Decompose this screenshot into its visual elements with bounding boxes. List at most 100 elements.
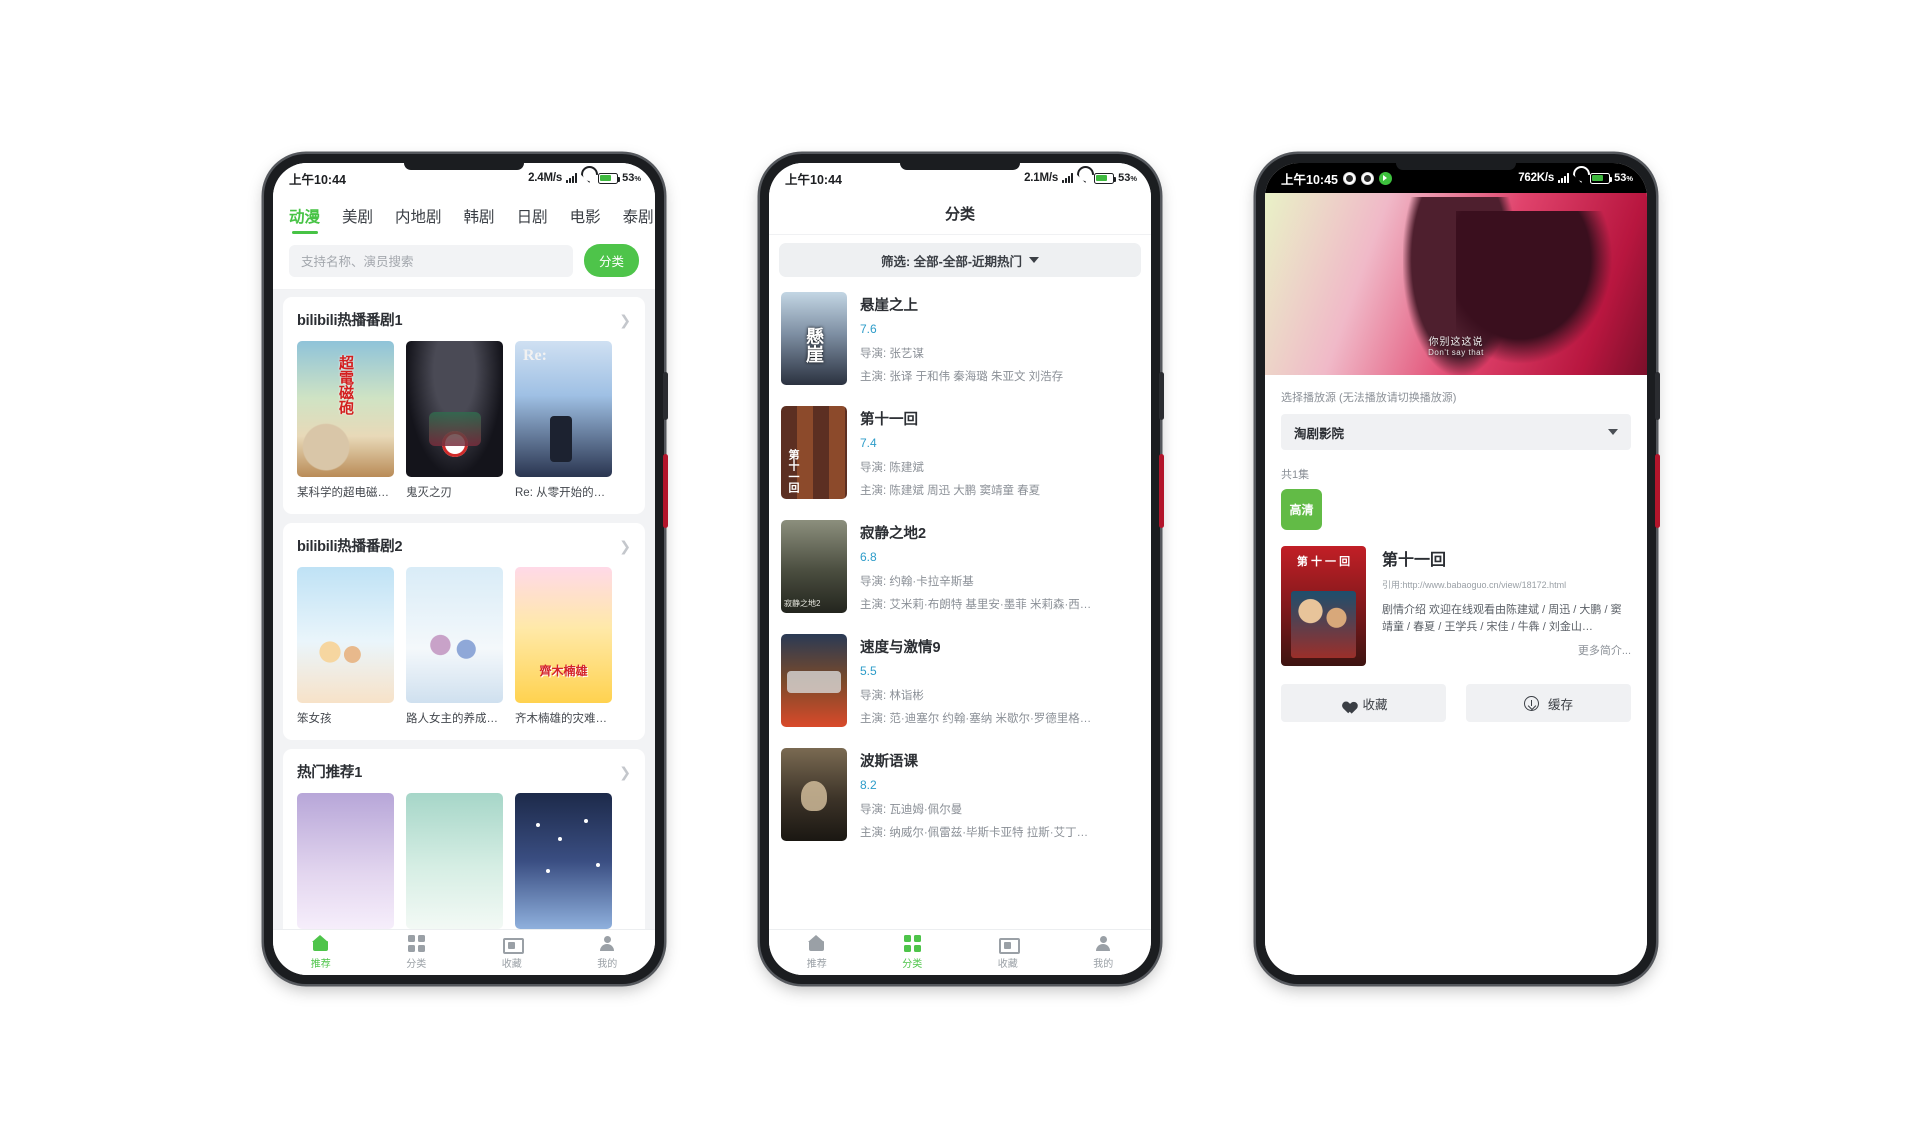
poster-card[interactable] — [515, 793, 612, 929]
nav-mine[interactable]: 我的 — [1056, 935, 1152, 970]
tab-dongman[interactable]: 动漫 — [289, 199, 320, 236]
battery-percent: 53% — [1118, 172, 1137, 184]
nav-favorites[interactable]: 收藏 — [464, 935, 560, 970]
favorite-button[interactable]: 收藏 — [1281, 684, 1446, 722]
tab-neidiju[interactable]: 内地剧 — [395, 199, 442, 236]
poster-image — [515, 567, 612, 703]
filter-wrapper: 筛选: 全部-全部-近期热门 — [769, 235, 1151, 285]
poster-image — [406, 341, 503, 477]
wifi-icon — [581, 173, 594, 183]
section-title: bilibili热播番剧2 — [297, 539, 403, 555]
recommendation-feed[interactable]: bilibili热播番剧1 ❯ 某科学的超电磁… 鬼灭之刃 — [273, 290, 655, 929]
qq-notification-icon — [1342, 171, 1356, 185]
movie-list[interactable]: 悬崖之上 7.6 导演: 张艺谋 主演: 张译 于和伟 秦海璐 朱亚文 刘浩存 … — [769, 285, 1151, 929]
section-header[interactable]: 热门推荐1 ❯ — [297, 761, 631, 782]
category-button[interactable]: 分类 — [583, 244, 639, 277]
poster-card[interactable]: 鬼灭之刃 — [406, 341, 503, 500]
poster-image — [297, 567, 394, 703]
poster-image — [406, 793, 503, 929]
show-summary: 第十一回 引用:http://www.babaoguo.cn/view/1817… — [1281, 546, 1631, 666]
list-item[interactable]: 悬崖之上 7.6 导演: 张艺谋 主演: 张译 于和伟 秦海璐 朱亚文 刘浩存 — [779, 285, 1141, 399]
poster-title: 笨女孩 — [297, 713, 332, 725]
cache-label: 缓存 — [1547, 697, 1573, 712]
nav-favorites[interactable]: 收藏 — [960, 935, 1056, 970]
three-phone-mockup: 上午10:44 2.4M/s 53% 动漫 美剧 内地剧 韩剧 日剧 电影 泰剧 — [0, 0, 1920, 1138]
poster-card[interactable] — [297, 793, 394, 929]
wifi-icon — [1077, 173, 1090, 183]
signal-icon — [1558, 173, 1570, 183]
source-select[interactable]: 淘剧影院 — [1281, 414, 1631, 450]
list-item[interactable]: 寂静之地2 6.8 导演: 约翰·卡拉辛斯基 主演: 艾米莉·布朗特 基里安·墨… — [779, 513, 1141, 627]
nav-category[interactable]: 分类 — [369, 935, 465, 970]
show-poster[interactable] — [1281, 546, 1366, 666]
bottom-nav-2: 推荐 分类 收藏 我的 — [769, 929, 1151, 975]
movie-title: 波斯语课 — [860, 754, 918, 770]
nav-mine[interactable]: 我的 — [560, 935, 656, 970]
poster-card[interactable]: 齐木楠雄的灾难… — [515, 567, 612, 726]
more-description-link[interactable]: 更多简介... — [1382, 642, 1631, 658]
home-icon — [808, 935, 825, 952]
poster-card[interactable]: 某科学的超电磁… — [297, 341, 394, 500]
nav-label: 收藏 — [997, 959, 1018, 970]
volume-button-2[interactable] — [1159, 372, 1164, 420]
show-description: 剧情介绍 欢迎在线观看由陈建斌 / 周迅 / 大鹏 / 窦靖童 / 春夏 / 王… — [1382, 604, 1622, 634]
episode-button-hd[interactable]: 高清 — [1281, 489, 1322, 530]
notch-1 — [404, 163, 524, 170]
section-header[interactable]: bilibili热播番剧2 ❯ — [297, 535, 631, 556]
home-icon — [312, 935, 329, 952]
movie-title: 悬崖之上 — [860, 298, 918, 314]
chevron-down-icon — [1028, 257, 1039, 263]
poster-title: 齐木楠雄的灾难… — [515, 713, 607, 725]
tab-taiju[interactable]: 泰剧 — [623, 199, 654, 236]
status-time: 上午10:44 — [785, 172, 842, 187]
movie-director: 导演: 瓦迪姆·佩尔曼 — [860, 804, 963, 816]
video-player[interactable]: 你别这这说 Don't say that — [1265, 193, 1647, 375]
chevron-right-icon[interactable]: ❯ — [619, 539, 631, 553]
poster-image — [515, 793, 612, 929]
network-speed: 762K/s — [1518, 172, 1555, 184]
battery-icon — [1094, 172, 1117, 184]
poster-image — [297, 341, 394, 477]
show-title: 第十一回 — [1382, 552, 1447, 569]
movie-cast: 主演: 范·迪塞尔 约翰·塞纳 米歇尔·罗德里格… — [860, 713, 1092, 725]
list-poster — [781, 634, 847, 727]
poster-title: 某科学的超电磁… — [297, 487, 389, 499]
nav-recommend[interactable]: 推荐 — [273, 935, 369, 970]
search-input[interactable]: 支持名称、演员搜索 — [289, 244, 573, 277]
qq-notification-icon — [1360, 171, 1374, 185]
page-title: 分类 — [769, 193, 1151, 235]
volume-button-1[interactable] — [663, 372, 668, 420]
battery-icon — [598, 172, 621, 184]
chevron-right-icon[interactable]: ❯ — [619, 765, 631, 779]
poster-card[interactable]: 路人女主的养成… — [406, 567, 503, 726]
poster-title: 鬼灭之刃 — [406, 487, 452, 499]
list-item[interactable]: 第十一回 7.4 导演: 陈建斌 主演: 陈建斌 周迅 大鹏 窦靖童 春夏 — [779, 399, 1141, 513]
movie-score: 7.6 — [860, 322, 877, 336]
cache-button[interactable]: 缓存 — [1466, 684, 1631, 722]
poster-card[interactable] — [406, 793, 503, 929]
tab-riju[interactable]: 日剧 — [517, 199, 548, 236]
episode-count-label: 共1集 — [1281, 469, 1310, 481]
movie-title: 第十一回 — [860, 412, 918, 428]
chevron-right-icon[interactable]: ❯ — [619, 313, 631, 327]
nav-recommend[interactable]: 推荐 — [769, 935, 865, 970]
show-source-url: 引用:http://www.babaoguo.cn/view/18172.htm… — [1382, 580, 1567, 590]
phone-3: 上午10:45 762K/s 53% 你别这这说 Don't say that — [1256, 154, 1660, 984]
section-header[interactable]: bilibili热播番剧1 ❯ — [297, 309, 631, 330]
nav-label: 我的 — [1093, 959, 1114, 970]
section-hot-1: 热门推荐1 ❯ — [283, 749, 645, 929]
list-item[interactable]: 波斯语课 8.2 导演: 瓦迪姆·佩尔曼 主演: 纳威尔·佩雷兹·毕斯卡亚特 拉… — [779, 741, 1141, 855]
poster-card[interactable]: 笨女孩 — [297, 567, 394, 726]
tab-meiju[interactable]: 美剧 — [342, 199, 373, 236]
grid-icon — [407, 935, 425, 952]
list-item[interactable]: 速度与激情9 5.5 导演: 林诣彬 主演: 范·迪塞尔 约翰·塞纳 米歇尔·罗… — [779, 627, 1141, 741]
tab-hanju[interactable]: 韩剧 — [464, 199, 495, 236]
filter-bar[interactable]: 筛选: 全部-全部-近期热门 — [779, 243, 1141, 277]
nav-label: 分类 — [902, 959, 923, 970]
poster-card[interactable]: Re: 从零开始的… — [515, 341, 612, 500]
volume-button-3[interactable] — [1655, 372, 1660, 420]
grid-icon — [903, 935, 921, 952]
tab-dianying[interactable]: 电影 — [570, 199, 601, 236]
nav-category[interactable]: 分类 — [865, 935, 961, 970]
section-title: 热门推荐1 — [297, 765, 363, 781]
